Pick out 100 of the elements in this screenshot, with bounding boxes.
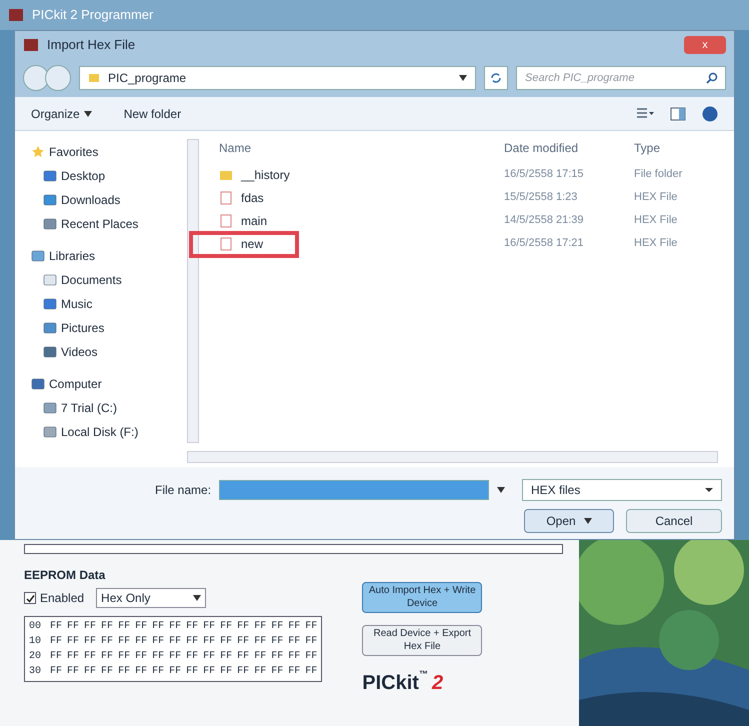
chevron-down-icon [705, 488, 713, 492]
hex-cell-text: FF [271, 665, 284, 679]
hex-cell-text: FF [152, 620, 164, 634]
address-bar[interactable]: PIC_programe [79, 66, 476, 90]
sidebar-item[interactable]: Videos [31, 343, 187, 361]
preview-pane-icon [670, 106, 686, 120]
hex-cell-text: FF [305, 650, 318, 664]
hex-cell-text: FF [288, 635, 300, 649]
hex-cell-text: FF [254, 650, 266, 664]
column-header[interactable]: Name [219, 139, 504, 163]
file-date: 16/5/2558 17:21 [504, 236, 585, 252]
hex-cell-text: FF [254, 635, 266, 649]
close-button[interactable]: x [684, 36, 726, 54]
hex-cell-text: FF [101, 650, 114, 664]
hex-cell-text: FF [288, 650, 300, 664]
app-title: PICkit 2 Programmer [32, 6, 154, 24]
file-type: File folder [634, 167, 684, 182]
hex-cell-text: FF [169, 620, 182, 634]
file-date: 15/5/2558 1:23 [504, 190, 578, 206]
sidebar-item[interactable]: Pictures [31, 319, 187, 337]
file-name-label: File name: [155, 482, 212, 499]
scrollbar[interactable] [187, 139, 199, 443]
sidebar-item[interactable]: Documents [31, 271, 187, 289]
chevron-down-icon [459, 75, 467, 81]
new-folder-button[interactable]: New folder [124, 104, 182, 122]
hex-cell-text: FF [101, 620, 114, 634]
organize-menu[interactable]: Organize [31, 104, 92, 122]
hex-cell-text: FF [305, 635, 318, 649]
sidebar-item[interactable]: 7 Trial (C:) [31, 399, 187, 417]
hex-cell-text: FF [220, 620, 232, 634]
hex-cell-text: FF [67, 620, 80, 634]
hex-cell-text: FF [237, 620, 250, 634]
hex-cell-text: FF [305, 665, 318, 679]
caret-icon [584, 518, 592, 524]
back-button[interactable] [23, 65, 49, 91]
refresh-button[interactable] [484, 66, 508, 90]
hex-cell-text: FF [67, 635, 80, 649]
file-name[interactable]: __history [241, 166, 290, 184]
hex-cell-text: FF [118, 620, 130, 634]
column-header[interactable]: Date modified [504, 139, 634, 163]
hex-cell-text: FF [84, 665, 96, 679]
sidebar-item[interactable]: Downloads [31, 191, 187, 209]
hex-cell-text: FF [135, 635, 148, 649]
file-icon [219, 214, 233, 228]
hex-cell-text: FF [203, 620, 216, 634]
file-type: HEX File [634, 190, 678, 206]
hex-cell-text: FF [50, 620, 62, 634]
file-name[interactable]: main [241, 212, 268, 230]
view-icon [636, 106, 654, 120]
action-button[interactable]: Read Device + Export Hex File [362, 625, 482, 656]
file-name[interactable]: new [241, 234, 264, 252]
sidebar-item[interactable]: Libraries [31, 247, 187, 265]
horizontal-scrollbar[interactable] [187, 451, 718, 463]
caret-icon [193, 595, 202, 601]
hex-cell-text: FF [186, 620, 198, 634]
file-name-field[interactable] [219, 480, 490, 500]
file-type-dropdown[interactable]: HEX files [522, 479, 722, 501]
hex-cell-text: FF [220, 635, 232, 649]
hex-cell-text: FF [305, 620, 318, 634]
sidebar-item[interactable]: Favorites [31, 143, 187, 161]
cancel-button[interactable]: Cancel [626, 509, 722, 533]
hex-cell-text: FF [84, 620, 96, 634]
mode-dropdown[interactable]: Hex Only [96, 588, 206, 608]
column-header[interactable]: Type [634, 139, 726, 163]
sidebar-item[interactable]: Local Disk (F:) [31, 423, 187, 441]
file-name[interactable]: fdas [241, 188, 264, 206]
hex-cell-text: FF [118, 665, 130, 679]
hex-cell-text: FF [50, 650, 62, 664]
hex-cell-text: FF [101, 635, 114, 649]
hex-cell-text: FF [237, 635, 250, 649]
open-button[interactable]: Open [524, 509, 614, 533]
file-date: 14/5/2558 21:39 [504, 213, 585, 228]
hex-cell-text: FF [169, 650, 182, 664]
sidebar-item[interactable]: Desktop [31, 167, 187, 185]
search-icon [706, 72, 718, 84]
hex-cell-text: FF [50, 665, 62, 679]
hex-cell-text: FF [118, 635, 130, 649]
star-icon [31, 145, 45, 159]
folder-icon [88, 72, 100, 84]
hex-cell-text: FF [271, 650, 284, 664]
address-cell-text: 10 [29, 635, 42, 649]
hex-cell-text: FF [254, 665, 266, 679]
sidebar-item[interactable]: Recent Places [31, 215, 187, 233]
action-button[interactable]: Auto Import Hex + Write Device [362, 582, 482, 613]
file-type: HEX File [634, 213, 678, 228]
hex-cell-text: FF [84, 650, 96, 664]
search-field[interactable]: Search PIC_programe [516, 66, 726, 90]
hex-cell-text: FF [135, 650, 148, 664]
caret-icon [84, 110, 92, 116]
file-type: HEX File [634, 236, 678, 252]
breadcrumb-item[interactable]: PIC_programe [108, 69, 186, 87]
forward-button[interactable] [45, 65, 71, 91]
enabled-checkbox[interactable] [24, 592, 36, 604]
sidebar-item[interactable]: Computer [31, 375, 187, 393]
hex-cell-text: FF [84, 635, 96, 649]
hex-cell-text: FF [50, 635, 62, 649]
address-cell-text: 20 [29, 650, 42, 664]
file-icon [219, 236, 233, 250]
sidebar-item[interactable]: Music [31, 295, 187, 313]
refresh-icon [490, 72, 502, 84]
